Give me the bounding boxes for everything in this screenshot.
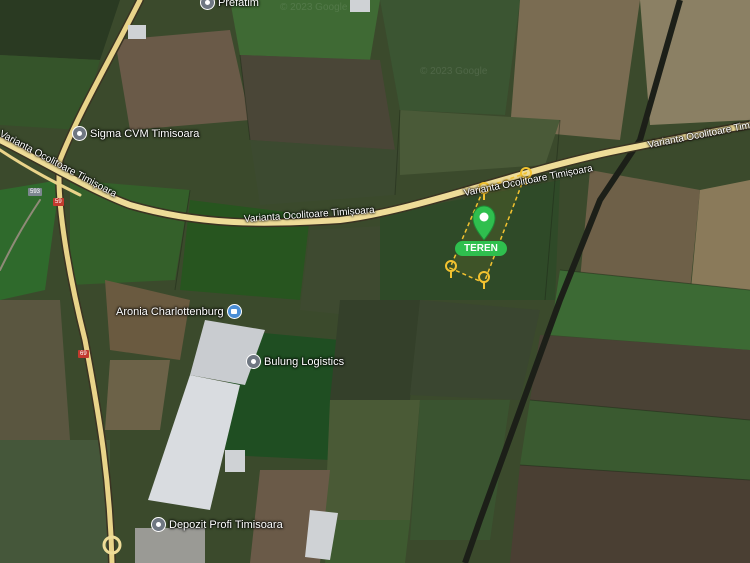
poi-label: Sigma CVM Timisoara bbox=[90, 127, 200, 140]
poi-label: Depozit Profi Timisoara bbox=[169, 518, 283, 531]
satellite-map[interactable] bbox=[0, 0, 750, 563]
map-watermark: © 2023 Google bbox=[280, 2, 348, 13]
poi-aronia[interactable]: Aronia Charlottenburg bbox=[116, 304, 242, 319]
road-shield: 593 bbox=[28, 188, 43, 196]
poi-prefatim[interactable]: Prefatim bbox=[200, 0, 259, 10]
shopping-icon bbox=[226, 304, 242, 319]
location-pin-icon bbox=[72, 126, 87, 141]
poi-depozit-profi[interactable]: Depozit Profi Timisoara bbox=[151, 517, 283, 532]
poi-label: Prefatim bbox=[218, 0, 259, 9]
poi-label: Aronia Charlottenburg bbox=[116, 305, 224, 318]
poi-bulung-logistics[interactable]: Bulung Logistics bbox=[246, 354, 344, 369]
marker-label-teren[interactable]: TEREN bbox=[455, 241, 507, 256]
location-pin-icon bbox=[200, 0, 215, 10]
location-pin-icon bbox=[246, 354, 261, 369]
poi-sigma-cvm[interactable]: Sigma CVM Timisoara bbox=[72, 126, 199, 141]
location-pin-icon bbox=[151, 517, 166, 532]
map-watermark: © 2023 Google bbox=[420, 66, 488, 77]
road-shield: 59 bbox=[53, 198, 64, 206]
road-shield: 69 bbox=[78, 350, 89, 358]
poi-label: Bulung Logistics bbox=[264, 355, 345, 368]
